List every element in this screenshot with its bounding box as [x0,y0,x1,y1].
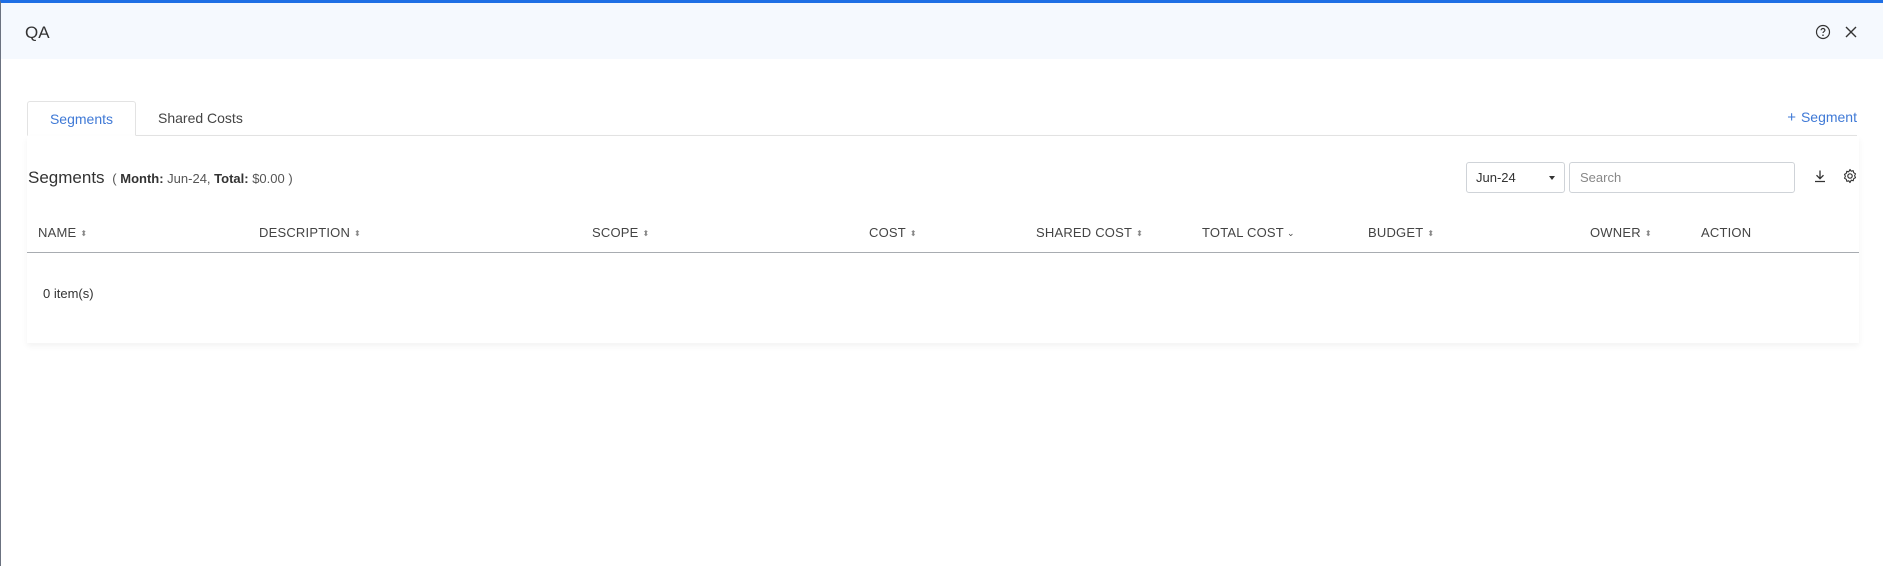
sort-icon: ⬍ [1644,229,1652,238]
segments-card: Segments ( Month: Jun-24, Total: $0.00 )… [27,136,1859,343]
column-header-shared-cost[interactable]: SHARED COST ⬍ [1036,214,1143,253]
plus-icon: + [1787,109,1796,126]
column-label: ACTION [1701,225,1752,240]
settings-gear-icon[interactable] [1842,168,1858,184]
close-icon[interactable] [1843,24,1859,40]
column-header-cost[interactable]: COST ⬍ [869,214,917,253]
sort-icon: ⬍ [80,229,88,238]
add-segment-button[interactable]: + Segment [1787,109,1857,126]
column-label: BUDGET [1368,225,1424,240]
modal-window: QA Segments Shared Costs + Segment Segmen… [0,0,1883,566]
tab-bar: Segments Shared Costs + Segment [27,101,1857,136]
help-icon[interactable] [1815,24,1831,40]
column-label: NAME [38,225,77,240]
month-select-value: Jun-24 [1476,170,1516,185]
segments-title: Segments [28,168,105,187]
sort-icon: ⬍ [1427,229,1435,238]
sort-icon: ⬍ [1136,229,1144,238]
column-header-action: ACTION [1701,214,1751,253]
column-label: DESCRIPTION [259,225,351,240]
column-label: SHARED COST [1036,225,1133,240]
sort-desc-icon: ⌄ [1286,228,1295,238]
total-label: Total: [214,171,249,186]
column-label: TOTAL COST [1202,225,1284,240]
column-header-owner[interactable]: OWNER ⬍ [1590,214,1652,253]
sort-icon: ⬍ [642,229,650,238]
column-header-budget[interactable]: BUDGET ⬍ [1368,214,1434,253]
sort-icon: ⬍ [354,229,361,238]
column-header-name[interactable]: NAME ⬍ [38,214,87,253]
tab-segments[interactable]: Segments [27,101,136,136]
month-select[interactable]: Jun-24 [1466,162,1565,193]
item-count: 0 item(s) [43,286,94,301]
sort-icon: ⬍ [909,229,917,238]
download-icon[interactable] [1812,168,1828,184]
column-header-description[interactable]: DESCRIPTION ⬍ [259,214,361,253]
column-label: OWNER [1590,225,1641,240]
column-header-scope[interactable]: SCOPE ⬍ [592,214,649,253]
total-value: $0.00 [252,171,285,186]
tab-shared-costs[interactable]: Shared Costs [158,101,243,136]
caret-down-icon [1549,176,1555,180]
month-label: Month: [120,171,164,186]
column-label: COST [869,225,906,240]
segments-summary: ( Month: Jun-24, Total: $0.00 ) [112,171,293,186]
month-value: Jun-24 [167,171,207,186]
table-header: NAME ⬍ DESCRIPTION ⬍ SCOPE ⬍ COST ⬍ SHARED C… [27,214,1859,253]
column-header-total-cost[interactable]: TOTAL COST ⌄ [1202,214,1295,253]
modal-header: QA [1,3,1883,59]
search-input[interactable] [1569,162,1795,193]
segments-heading: Segments ( Month: Jun-24, Total: $0.00 ) [28,168,293,188]
column-label: SCOPE [592,225,639,240]
add-segment-label: Segment [1800,109,1857,125]
modal-title: QA [25,23,50,42]
